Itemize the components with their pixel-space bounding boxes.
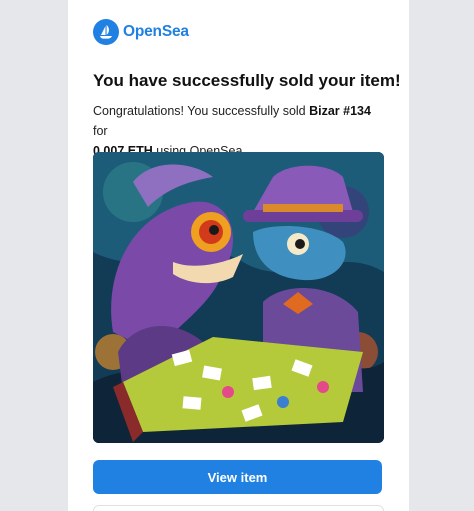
email-card: OpenSea You have successfully sold your …: [68, 0, 409, 511]
brand-header[interactable]: OpenSea: [93, 18, 189, 46]
brand-name: OpenSea: [123, 23, 189, 40]
secondary-button-partial[interactable]: [93, 505, 384, 511]
email-title: You have successfully sold your item!: [93, 71, 401, 90]
item-name: Bizar #134: [309, 104, 371, 118]
view-item-button[interactable]: View item: [93, 460, 382, 494]
body-mid: for: [93, 124, 108, 138]
body-lead: Congratulations! You successfully sold: [93, 104, 310, 118]
nft-artwork-image[interactable]: [93, 152, 384, 443]
opensea-logo-icon: [93, 19, 119, 45]
